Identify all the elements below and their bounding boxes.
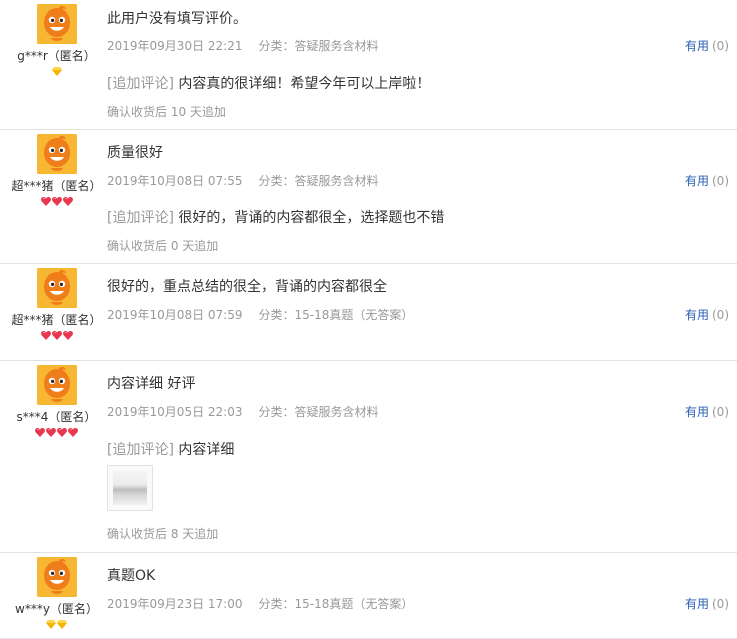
review-item: g***r（匿名） 此用户没有填写评价。 2019年09月30日 22:21 分类…: [0, 0, 737, 130]
heart-badge-icon: [51, 331, 62, 340]
review-category: 分类：答疑服务含材料: [258, 174, 379, 188]
diamond-badge-icon: [46, 620, 56, 629]
review-meta: 2019年10月08日 07:59 分类：15-18真题（无答案）: [107, 306, 413, 323]
diamond-badge-icon: [51, 67, 62, 76]
review-date: 2019年10月05日 22:03: [107, 405, 243, 419]
appended-review-text: 内容详细: [173, 442, 235, 458]
appended-review-tag: [追加评论]: [107, 76, 174, 92]
reviewer-info: s***4（匿名）: [0, 365, 113, 438]
heart-badge-icon: [40, 331, 51, 340]
reviewer-name: g***r（匿名）: [17, 49, 96, 63]
reviewer-info: g***r（匿名）: [0, 4, 113, 77]
avatar-icon[interactable]: [36, 134, 77, 174]
appended-review-tag: [追加评论]: [107, 210, 174, 226]
appended-review-note: 确认收货后 10 天追加: [107, 105, 226, 119]
reviewer-level-badges: [0, 331, 113, 341]
reviewer-level-badges: [0, 428, 113, 438]
review-date: 2019年09月23日 17:00: [107, 597, 243, 611]
avatar-icon[interactable]: [36, 557, 77, 597]
appended-review-text: 很好的，背诵的内容都很全，选择题也不错: [173, 210, 445, 226]
review-date: 2019年10月08日 07:59: [107, 308, 243, 322]
reviewer-info: 超***猪（匿名）: [0, 268, 113, 341]
reviewer-name: w***y（匿名）: [15, 602, 98, 616]
reviewer-info: w***y（匿名）: [0, 557, 113, 630]
useful-vote: 有用 (0): [685, 306, 729, 323]
useful-count: (0): [712, 174, 729, 188]
review-category: 分类：答疑服务含材料: [258, 405, 379, 419]
reviewer-name: 超***猪（匿名）: [11, 179, 102, 193]
heart-badge-icon: [40, 197, 51, 206]
heart-badge-icon: [35, 428, 45, 437]
useful-button[interactable]: 有用: [685, 597, 709, 611]
review-item: 超***猪（匿名） 质量很好 2019年10月08日 07:55 分类：答疑服务含…: [0, 130, 737, 264]
review-date: 2019年10月08日 07:55: [107, 174, 243, 188]
appended-review-tag: [追加评论]: [107, 442, 174, 458]
appended-review-note: 确认收货后 0 天追加: [107, 239, 219, 253]
review-photo-thumbnail[interactable]: [107, 465, 153, 511]
useful-count: (0): [712, 597, 729, 611]
review-category: 分类：答疑服务含材料: [258, 39, 379, 53]
reviewer-info: 超***猪（匿名）: [0, 134, 113, 207]
heart-badge-icon: [57, 428, 67, 437]
appended-review: [追加评论] 很好的，背诵的内容都很全，选择题也不错: [107, 207, 444, 227]
useful-count: (0): [712, 308, 729, 322]
heart-badge-icon: [62, 197, 73, 206]
useful-button[interactable]: 有用: [685, 39, 709, 53]
reviewer-level-badges: [0, 620, 113, 630]
diamond-badge-icon: [57, 620, 67, 629]
review-text: 内容详细 好评: [107, 376, 196, 392]
useful-vote: 有用 (0): [685, 172, 729, 189]
useful-count: (0): [712, 39, 729, 53]
useful-vote: 有用 (0): [685, 37, 729, 54]
heart-badge-icon: [62, 331, 73, 340]
useful-button[interactable]: 有用: [685, 308, 709, 322]
appended-review: [追加评论] 内容真的很详细！希望今年可以上岸啦！: [107, 73, 430, 93]
review-text: 真题OK: [107, 568, 156, 584]
heart-badge-icon: [51, 197, 62, 206]
review-text: 此用户没有填写评价。: [107, 11, 247, 27]
review-meta: 2019年09月30日 22:21 分类：答疑服务含材料: [107, 37, 379, 54]
review-meta: 2019年10月08日 07:55 分类：答疑服务含材料: [107, 172, 379, 189]
avatar-icon[interactable]: [36, 268, 77, 308]
useful-vote: 有用 (0): [685, 595, 729, 612]
review-category: 分类：15-18真题（无答案）: [258, 597, 414, 611]
heart-badge-icon: [46, 428, 56, 437]
useful-button[interactable]: 有用: [685, 174, 709, 188]
useful-vote: 有用 (0): [685, 403, 729, 420]
appended-review-text: 内容真的很详细！希望今年可以上岸啦！: [173, 76, 431, 92]
review-category: 分类：15-18真题（无答案）: [258, 308, 414, 322]
review-item: s***4（匿名） 内容详细 好评 2019年10月05日 22:03 分类：答疑…: [0, 361, 737, 553]
review-item: w***y（匿名） 真题OK 2019年09月23日 17:00 分类：15-18…: [0, 553, 737, 639]
review-text: 很好的，重点总结的很全，背诵的内容都很全: [107, 279, 387, 295]
review-item: 超***猪（匿名） 很好的，重点总结的很全，背诵的内容都很全 2019年10月0…: [0, 264, 737, 361]
heart-badge-icon: [68, 428, 78, 437]
useful-button[interactable]: 有用: [685, 405, 709, 419]
avatar-icon[interactable]: [36, 365, 77, 405]
review-meta: 2019年10月05日 22:03 分类：答疑服务含材料: [107, 403, 379, 420]
photo-image: [113, 471, 147, 505]
review-list: g***r（匿名） 此用户没有填写评价。 2019年09月30日 22:21 分类…: [0, 0, 737, 639]
reviewer-name: 超***猪（匿名）: [11, 313, 102, 327]
useful-count: (0): [712, 405, 729, 419]
reviewer-level-badges: [0, 67, 113, 77]
review-date: 2019年09月30日 22:21: [107, 39, 243, 53]
reviewer-level-badges: [0, 197, 113, 207]
appended-review-note: 确认收货后 8 天追加: [107, 527, 219, 541]
avatar-icon[interactable]: [36, 4, 77, 44]
review-meta: 2019年09月23日 17:00 分类：15-18真题（无答案）: [107, 595, 413, 612]
appended-review: [追加评论] 内容详细: [107, 439, 234, 459]
reviewer-name: s***4（匿名）: [16, 410, 97, 424]
review-text: 质量很好: [107, 145, 163, 161]
